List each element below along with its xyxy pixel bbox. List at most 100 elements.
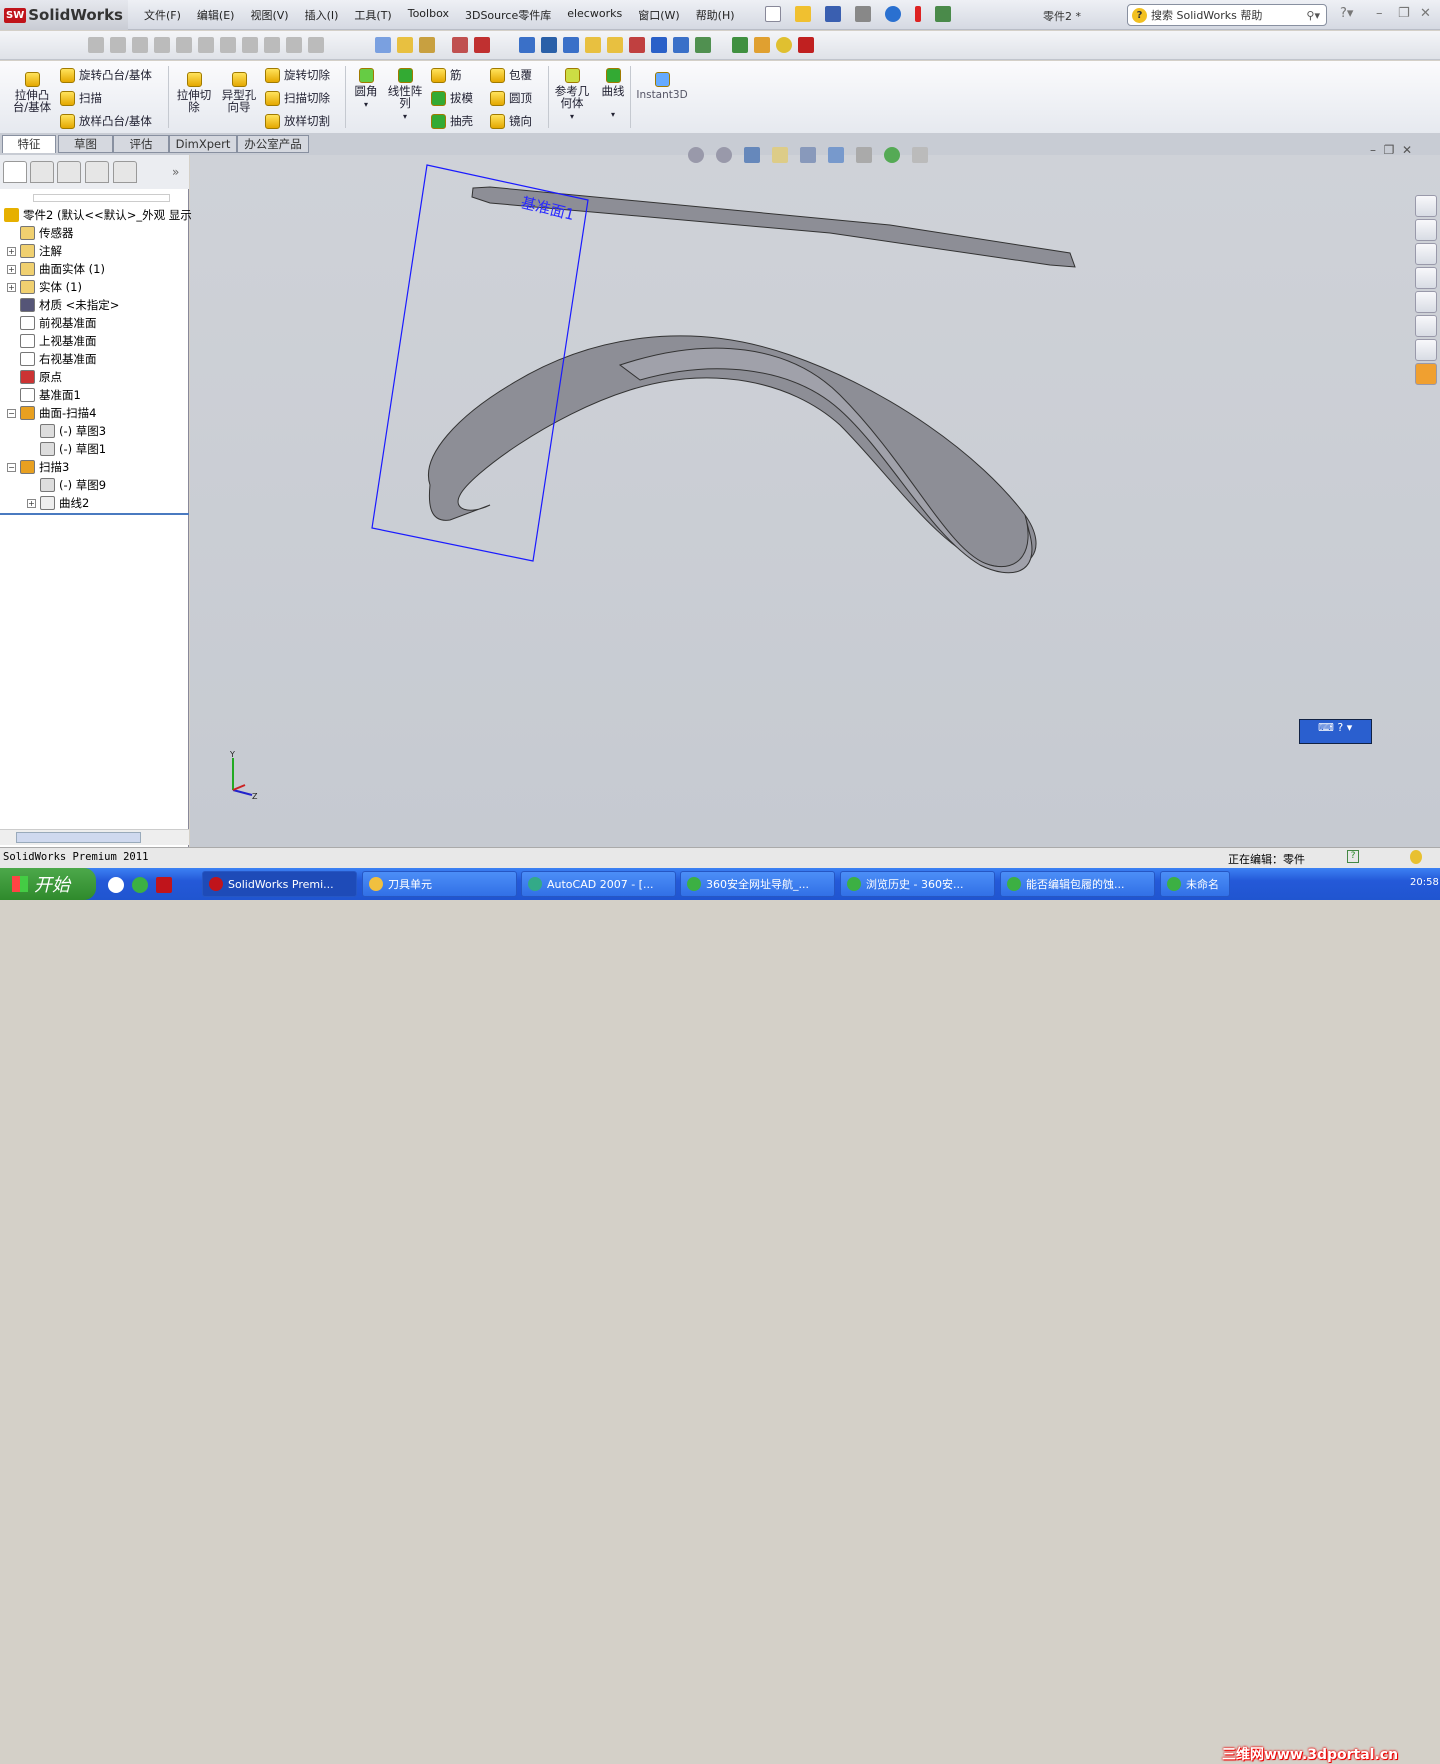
tool-icon[interactable] [694, 37, 711, 53]
horizontal-scrollbar[interactable] [0, 829, 189, 845]
tree-item[interactable]: 上视基准面 [20, 332, 97, 350]
menu-toolbox[interactable]: Toolbox [400, 7, 457, 23]
taskbar-item[interactable]: SolidWorks Premi... [202, 871, 357, 897]
open-icon[interactable] [795, 6, 811, 22]
tree-item[interactable]: 基准面1 [20, 386, 81, 404]
tree-item[interactable]: (-) 草图3 [40, 422, 106, 440]
tab-features[interactable]: 特征 [2, 135, 56, 153]
print-icon[interactable] [855, 6, 871, 22]
help-icon[interactable]: ? [1347, 850, 1359, 863]
restore-button[interactable]: ❐ [1398, 6, 1410, 21]
close-button[interactable]: ✕ [1420, 6, 1431, 21]
start-button[interactable]: 开始 [0, 868, 96, 900]
tree-item[interactable]: 曲面实体 (1) [20, 260, 105, 278]
tool-icon[interactable] [672, 37, 689, 53]
instant3d-button[interactable]: Instant3D [636, 72, 688, 101]
design-library-icon[interactable] [1415, 243, 1437, 265]
keyboard-help-icon[interactable]: ⌨ ? ▾ [1318, 721, 1352, 734]
menu-3dsource[interactable]: 3DSource零件库 [457, 7, 559, 23]
tree-item[interactable]: 右视基准面 [20, 350, 97, 368]
reference-geometry-button[interactable]: 参考几何体 ▾ [553, 68, 591, 123]
mirror-button[interactable]: 镜向 [490, 113, 532, 129]
tree-item[interactable]: 原点 [20, 368, 62, 386]
property-manager-tab[interactable] [30, 161, 54, 183]
menu-file[interactable]: 文件(F) [136, 7, 189, 23]
loft-boss-button[interactable]: 放样凸台/基体 [60, 113, 152, 129]
dropdown-arrow-icon[interactable]: ▾ [364, 99, 368, 111]
taskbar-item[interactable]: 未命名 [1160, 871, 1230, 897]
file-explorer-icon[interactable] [1415, 267, 1437, 289]
expand-toggle[interactable]: + [7, 283, 16, 292]
sweep-body-flat[interactable] [471, 186, 1076, 268]
expand-toggle[interactable]: − [7, 409, 16, 418]
undo-icon[interactable] [885, 6, 901, 22]
draft-button[interactable]: 拔模 [431, 90, 473, 106]
sigma-icon[interactable] [650, 37, 667, 53]
appearances-icon[interactable] [1415, 315, 1437, 337]
sweep-cut-button[interactable]: 扫描切除 [265, 90, 330, 106]
taskbar-item[interactable]: 能否编辑包履的蚀... [1000, 871, 1155, 897]
tool-icon[interactable] [753, 37, 770, 53]
revolve-cut-button[interactable]: 旋转切除 [265, 67, 330, 83]
tree-item[interactable]: 实体 (1) [20, 278, 82, 296]
tab-evaluate[interactable]: 评估 [113, 135, 169, 153]
tool-icon[interactable] [606, 37, 623, 53]
expand-toggle[interactable]: + [7, 247, 16, 256]
tree-item[interactable]: (-) 草图1 [40, 440, 106, 458]
ie-icon[interactable] [108, 877, 124, 893]
measure-icon[interactable] [540, 37, 557, 53]
menu-tools[interactable]: 工具(T) [346, 7, 399, 23]
spell-check-icon[interactable] [518, 37, 535, 53]
dimxpert-manager-tab[interactable] [85, 161, 109, 183]
minimize-button[interactable]: – [1376, 6, 1383, 21]
tree-item[interactable]: 扫描3 [20, 458, 69, 476]
wrap-button[interactable]: 包覆 [490, 67, 532, 83]
curves-button[interactable]: 曲线 ▾ [598, 68, 628, 121]
custom-properties-icon[interactable] [1415, 339, 1437, 361]
tree-item[interactable]: 注解 [20, 242, 62, 260]
menu-help[interactable]: 帮助(H) [688, 7, 743, 23]
tree-item[interactable]: 传感器 [20, 224, 74, 242]
menu-insert[interactable]: 插入(I) [297, 7, 347, 23]
menu-view[interactable]: 视图(V) [242, 7, 296, 23]
tool-icon[interactable] [797, 37, 814, 53]
view-palette-icon[interactable] [1415, 291, 1437, 313]
tab-dimxpert[interactable]: DimXpert [169, 135, 237, 153]
filter-input[interactable] [33, 194, 170, 202]
revolve-boss-button[interactable]: 旋转凸台/基体 [60, 67, 152, 83]
help-button[interactable]: ?▾ [1340, 6, 1353, 21]
rebuild-status-icon[interactable] [1410, 850, 1422, 864]
options-icon[interactable] [935, 6, 951, 22]
solidworks-launch-icon[interactable] [156, 877, 172, 893]
search-icon[interactable]: ⚲▾ [1306, 9, 1320, 22]
tree-item[interactable]: (-) 草图9 [40, 476, 106, 494]
hole-wizard-button[interactable]: 异型孔向导 [218, 72, 260, 113]
fillet-button[interactable]: 圆角 ▾ [352, 68, 380, 111]
dropdown-arrow-icon[interactable]: ▾ [570, 111, 574, 123]
expand-toggle[interactable]: + [7, 265, 16, 274]
menu-elecworks[interactable]: elecworks [559, 7, 630, 23]
tool-icon[interactable] [474, 37, 490, 53]
tool-icon[interactable] [452, 37, 468, 53]
floating-toolbar[interactable]: ⌨ ? ▾ [1299, 719, 1372, 744]
menu-edit[interactable]: 编辑(E) [189, 7, 243, 23]
3dcontent-icon[interactable] [1415, 363, 1437, 385]
extrude-boss-button[interactable]: 拉伸凸台/基体 [10, 72, 54, 113]
configuration-manager-tab[interactable] [57, 161, 81, 183]
home-icon[interactable] [1415, 219, 1437, 241]
rib-button[interactable]: 筋 [431, 67, 462, 83]
rebuild-icon[interactable] [915, 6, 921, 22]
shell-button[interactable]: 抽壳 [431, 113, 473, 129]
tool-icon[interactable] [375, 37, 391, 53]
taskbar-item[interactable]: 360安全网址导航_... [680, 871, 835, 897]
feature-manager-tab[interactable] [3, 161, 27, 183]
sweep-button[interactable]: 扫描 [60, 90, 102, 106]
expand-toggle[interactable]: − [7, 463, 16, 472]
mass-properties-icon[interactable] [562, 37, 579, 53]
dropdown-arrow-icon[interactable]: ▾ [611, 109, 615, 121]
tab-sketch[interactable]: 草图 [58, 135, 113, 153]
tree-item[interactable]: 曲线2 [40, 494, 89, 512]
tree-item[interactable]: 前视基准面 [20, 314, 97, 332]
tab-office-products[interactable]: 办公室产品 [237, 135, 309, 153]
dome-button[interactable]: 圆顶 [490, 90, 532, 106]
